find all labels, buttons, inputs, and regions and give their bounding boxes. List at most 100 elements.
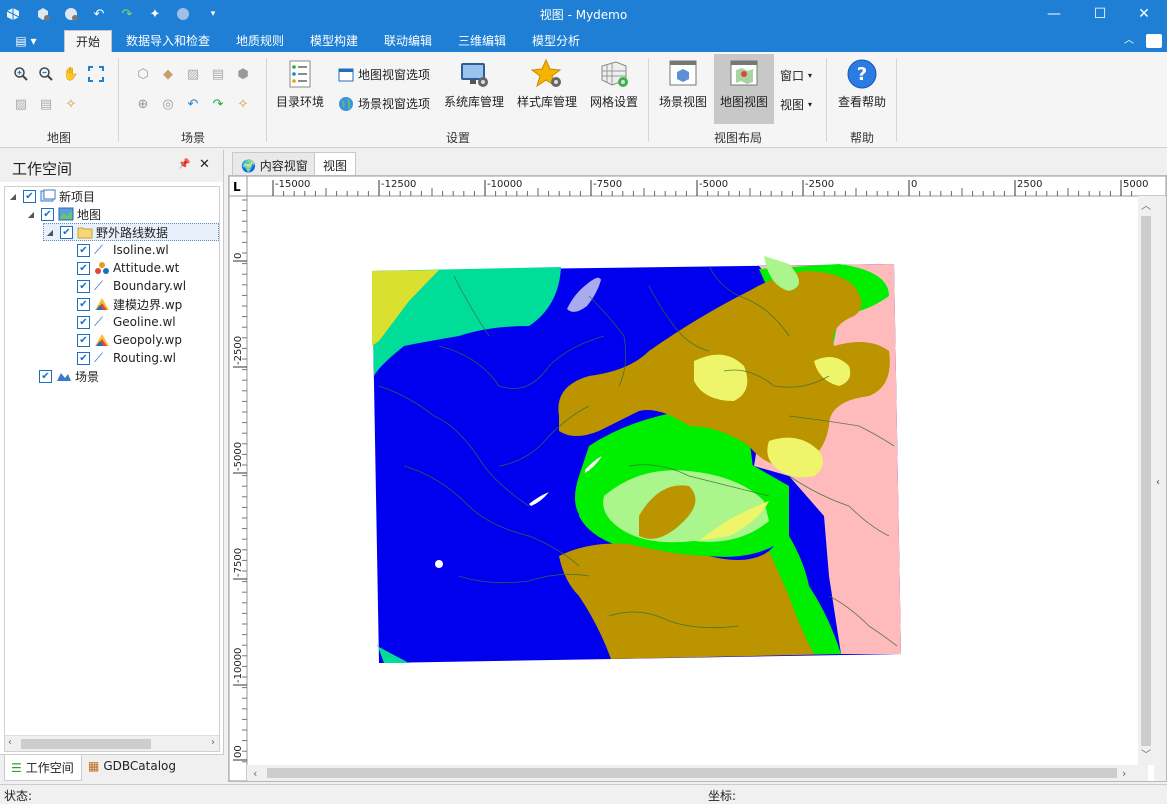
map-view-button[interactable]: 地图视图 (714, 54, 774, 124)
grid-gear-icon (598, 58, 630, 90)
collapse-arrow-icon[interactable]: ◢ (7, 192, 19, 201)
map-properties-icon[interactable]: ▤ (37, 95, 55, 113)
view-dropdown[interactable]: 视图 ▾ (780, 96, 812, 113)
tab-model-build[interactable]: 模型构建 (302, 30, 366, 52)
checkbox[interactable]: ✔ (60, 225, 73, 239)
full-extent-icon[interactable] (87, 65, 105, 83)
tree-node-layer[interactable]: ✔ Geopoly.wp (77, 331, 182, 349)
scene-edit-icon[interactable]: ▨ (184, 65, 202, 83)
scene-layer-icon[interactable]: ◆ (159, 65, 177, 83)
scene-view-button[interactable]: 场景视图 (654, 58, 712, 110)
point-layer-icon (95, 262, 109, 274)
checkbox[interactable]: ✔ (77, 261, 90, 275)
help-corner-button[interactable] (1146, 34, 1162, 48)
scroll-right-icon[interactable]: › (1122, 767, 1126, 780)
project-icon (40, 189, 56, 202)
style-library-button[interactable]: 样式库管理 (514, 58, 580, 110)
collapse-ribbon-icon[interactable]: ︿ (1118, 30, 1140, 52)
tree-node-layer[interactable]: ✔ ⟋ Routing.wl (77, 349, 176, 367)
workspace-bottom-tabs: ☰ 工作空间 ▦ GDBCatalog (0, 754, 224, 782)
tab-3d-edit[interactable]: 三维编辑 (450, 30, 514, 52)
tab-workspace[interactable]: ☰ 工作空间 (4, 755, 82, 781)
separator (266, 58, 267, 142)
tab-data-import[interactable]: 数据导入和检查 (120, 30, 216, 52)
tree-node-layer[interactable]: ✔ Attitude.wt (77, 259, 179, 277)
map-view-options-button[interactable]: 地图视窗选项 (338, 66, 430, 83)
checkbox[interactable]: ✔ (41, 207, 54, 221)
collapse-arrow-icon[interactable]: ◢ (25, 210, 37, 219)
tree-label-layer: Geopoly.wp (113, 333, 182, 347)
tree-node-layer[interactable]: ✔ ⟋ Boundary.wl (77, 277, 186, 295)
view-dropdown-label: 视图 (780, 98, 805, 112)
checkbox[interactable]: ✔ (77, 333, 90, 347)
checkbox[interactable]: ✔ (23, 189, 36, 203)
map-view-area[interactable]: L -15000 -12500 -10000 -7500 -5000 -2500 0 2500… (228, 175, 1167, 782)
pin-icon[interactable]: 📌 (178, 159, 190, 170)
scene-wand-icon[interactable]: ✧ (234, 95, 252, 113)
tree-node-project[interactable]: ◢ ✔ 新项目 (7, 187, 95, 205)
scene-add-icon[interactable]: ⬡ (134, 65, 152, 83)
grid-settings-button[interactable]: 网格设置 (586, 58, 642, 110)
checkbox[interactable]: ✔ (77, 297, 90, 311)
checkbox[interactable]: ✔ (77, 279, 90, 293)
scene-cube-icon[interactable]: ⬢ (234, 65, 252, 83)
tree-node-scene[interactable]: ✔ 场景 (39, 367, 99, 385)
scroll-left-icon[interactable]: ‹ (8, 737, 12, 748)
tree-hscrollbar[interactable]: ‹ › (5, 735, 219, 751)
tab-start[interactable]: 开始 (64, 30, 112, 52)
scroll-down-icon[interactable]: ﹀ (1141, 749, 1151, 761)
tree-node-layer[interactable]: ✔ ⟋ Geoline.wl (77, 313, 176, 331)
checkbox[interactable]: ✔ (39, 369, 52, 383)
map-view-label: 地图视图 (719, 95, 768, 109)
checkbox[interactable]: ✔ (77, 315, 90, 329)
scene-redo-icon[interactable]: ↷ (209, 95, 227, 113)
scene-zoom-icon[interactable]: ⊕ (134, 95, 152, 113)
tab-view[interactable]: 视图 (314, 152, 357, 175)
ruler-tick-label: -5000 (233, 442, 244, 471)
tab-gdbcatalog[interactable]: ▦ GDBCatalog (88, 759, 176, 773)
dropdown-arrow-icon: ▾ (808, 100, 813, 109)
scroll-right-icon[interactable]: › (211, 737, 215, 748)
system-library-button[interactable]: 系统库管理 (442, 58, 506, 110)
zoom-in-icon[interactable] (12, 65, 30, 83)
tree-node-layer[interactable]: ✔ ⟋ Isoline.wl (77, 241, 169, 259)
catalog-env-button[interactable]: 目录环境 (272, 58, 328, 110)
view-help-button[interactable]: ? 查看帮助 (834, 58, 890, 110)
tab-content-window[interactable]: 🌍 内容视窗 (232, 152, 317, 175)
checkbox[interactable]: ✔ (77, 351, 90, 365)
map-vscroll-thumb[interactable] (1141, 216, 1151, 746)
close-button[interactable]: ✕ (1121, 0, 1167, 28)
tree-node-layer[interactable]: ✔ 建模边界.wp (77, 295, 182, 313)
checkbox[interactable]: ✔ (77, 243, 90, 257)
tree-node-folder[interactable]: ◢ ✔ 野外路线数据 (43, 223, 219, 241)
scroll-up-icon[interactable]: ︿ (1141, 201, 1151, 212)
scroll-left-icon[interactable]: ‹ (253, 767, 257, 780)
tab-linked-edit[interactable]: 联动编辑 (376, 30, 440, 52)
line-layer-icon: ⟋ (94, 350, 104, 366)
map-hscroll-thumb[interactable] (267, 768, 1117, 778)
document-tabs: 🌍 内容视窗 视图 (228, 150, 1167, 175)
scene-view-options-button[interactable]: 场景视窗选项 (338, 95, 430, 112)
scene-properties-icon[interactable]: ▤ (209, 65, 227, 83)
tree-node-map[interactable]: ◢ ✔ 地图 (25, 205, 101, 223)
window-dropdown[interactable]: 窗口 ▾ (780, 67, 812, 84)
collapse-arrow-icon[interactable]: ◢ (44, 228, 56, 237)
maximize-button[interactable]: ☐ (1077, 0, 1123, 28)
tab-geology-rules[interactable]: 地质规则 (228, 30, 292, 52)
zoom-out-icon[interactable] (37, 65, 55, 83)
svg-text:?: ? (857, 64, 867, 85)
scene-undo-icon[interactable]: ↶ (184, 95, 202, 113)
scene-rotate-icon[interactable]: ◎ (159, 95, 177, 113)
file-menu-button[interactable]: ▤ ▾ (6, 30, 46, 52)
ruler-tick-label: -10000 (233, 648, 244, 683)
workspace-panel: 工作空间 📌 ✕ ◢ ✔ 新项目 ◢ ✔ 地图 ◢ ✔ 野外路线数据 ✔ ⟋ I… (0, 150, 224, 782)
map-white-spot (435, 560, 443, 568)
edit-map-icon[interactable]: ▨ (12, 95, 30, 113)
minimize-button[interactable]: — (1031, 0, 1077, 28)
expand-right-panel-icon[interactable]: ‹ (1156, 477, 1160, 488)
map-wand-icon[interactable]: ✧ (62, 95, 80, 113)
tab-model-analysis[interactable]: 模型分析 (524, 30, 588, 52)
scroll-thumb[interactable] (21, 739, 151, 749)
pan-hand-icon[interactable]: ✋ (62, 65, 80, 83)
panel-close-icon[interactable]: ✕ (199, 157, 210, 172)
